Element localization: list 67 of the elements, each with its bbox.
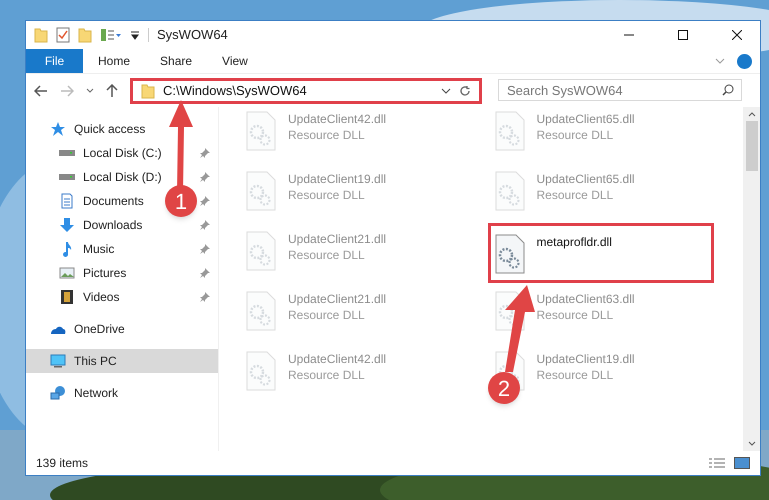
customize-caret-icon[interactable] <box>130 30 140 40</box>
folder-icon <box>141 82 155 98</box>
image-icon <box>59 265 75 281</box>
refresh-icon[interactable] <box>459 84 471 96</box>
sidebar-item[interactable]: This PC <box>50 352 117 370</box>
document-icon <box>59 193 75 209</box>
film-icon <box>59 289 75 305</box>
search-icon[interactable] <box>722 84 734 96</box>
file-type: Resource DLL <box>288 127 365 143</box>
dropdown-caret-icon[interactable] <box>441 88 451 94</box>
up-arrow-icon[interactable] <box>106 84 118 98</box>
item-count: 139 items <box>36 455 88 472</box>
scrollbar[interactable] <box>743 107 760 451</box>
network-icon <box>50 385 66 401</box>
monitor-icon <box>50 353 66 369</box>
sidebar-item[interactable]: Pictures <box>59 264 126 282</box>
dll-file-icon <box>246 291 276 331</box>
download-icon <box>59 217 75 233</box>
file-name[interactable]: metaprofldr.dll <box>536 234 612 250</box>
file-type: Resource DLL <box>536 187 614 203</box>
address-bar[interactable]: C:\Windows\SysWOW64 <box>130 78 482 104</box>
dll-file-icon <box>246 171 276 211</box>
details-view-icon[interactable] <box>708 457 726 469</box>
dll-file-icon <box>246 351 276 391</box>
help-icon[interactable] <box>737 54 752 68</box>
close-icon[interactable] <box>732 30 742 40</box>
back-arrow-icon[interactable] <box>34 84 48 96</box>
file-type: Resource DLL <box>536 307 614 323</box>
properties-icon <box>100 28 122 42</box>
sidebar-item[interactable]: Network <box>50 384 118 402</box>
sidebar-item[interactable]: Quick access <box>50 120 146 138</box>
file-type: Resource DLL <box>536 367 614 383</box>
dll-file-icon <box>494 171 524 211</box>
file-type: Resource DLL <box>288 307 365 323</box>
maximize-icon[interactable] <box>678 30 688 40</box>
window-title: SysWOW64 <box>157 26 228 44</box>
dll-file-icon <box>494 111 524 151</box>
sidebar-item[interactable]: OneDrive <box>50 320 125 338</box>
ribbon-tab[interactable]: View <box>207 49 263 73</box>
checklist-icon <box>56 27 70 43</box>
dll-file-icon <box>494 234 524 274</box>
star-icon <box>50 121 66 137</box>
scroll-thumb[interactable] <box>746 121 758 171</box>
search-field[interactable]: Search SysWOW64 <box>498 79 742 101</box>
drive-icon <box>59 174 75 180</box>
sidebar-item[interactable]: Music <box>59 240 114 258</box>
ribbon-tab[interactable]: Share <box>145 49 208 73</box>
minimize-icon[interactable] <box>624 34 634 36</box>
expand-ribbon-icon[interactable] <box>715 58 725 64</box>
file-type: Resource DLL <box>288 247 365 263</box>
file-tab[interactable]: File <box>26 49 83 73</box>
sidebar-item[interactable]: Local Disk (C:) <box>59 144 162 162</box>
ribbon-tab[interactable]: Home <box>83 49 146 73</box>
sidebar-item[interactable]: Documents <box>59 192 144 210</box>
folder-icon <box>34 27 48 43</box>
new-folder-icon <box>78 27 92 43</box>
selected-row-highlight[interactable]: This PC <box>26 349 218 373</box>
file-type: Resource DLL <box>288 187 365 203</box>
sidebar-item[interactable]: Downloads <box>59 216 142 234</box>
dll-file-icon <box>246 111 276 151</box>
recent-caret-icon[interactable] <box>86 88 94 94</box>
file-type: Resource DLL <box>288 367 365 383</box>
sidebar-item[interactable]: Local Disk (D:) <box>59 168 162 186</box>
file-type: Resource DLL <box>536 127 614 143</box>
drive-icon <box>59 150 75 156</box>
sidebar-item[interactable]: Videos <box>59 288 120 306</box>
dll-file-icon <box>246 231 276 271</box>
